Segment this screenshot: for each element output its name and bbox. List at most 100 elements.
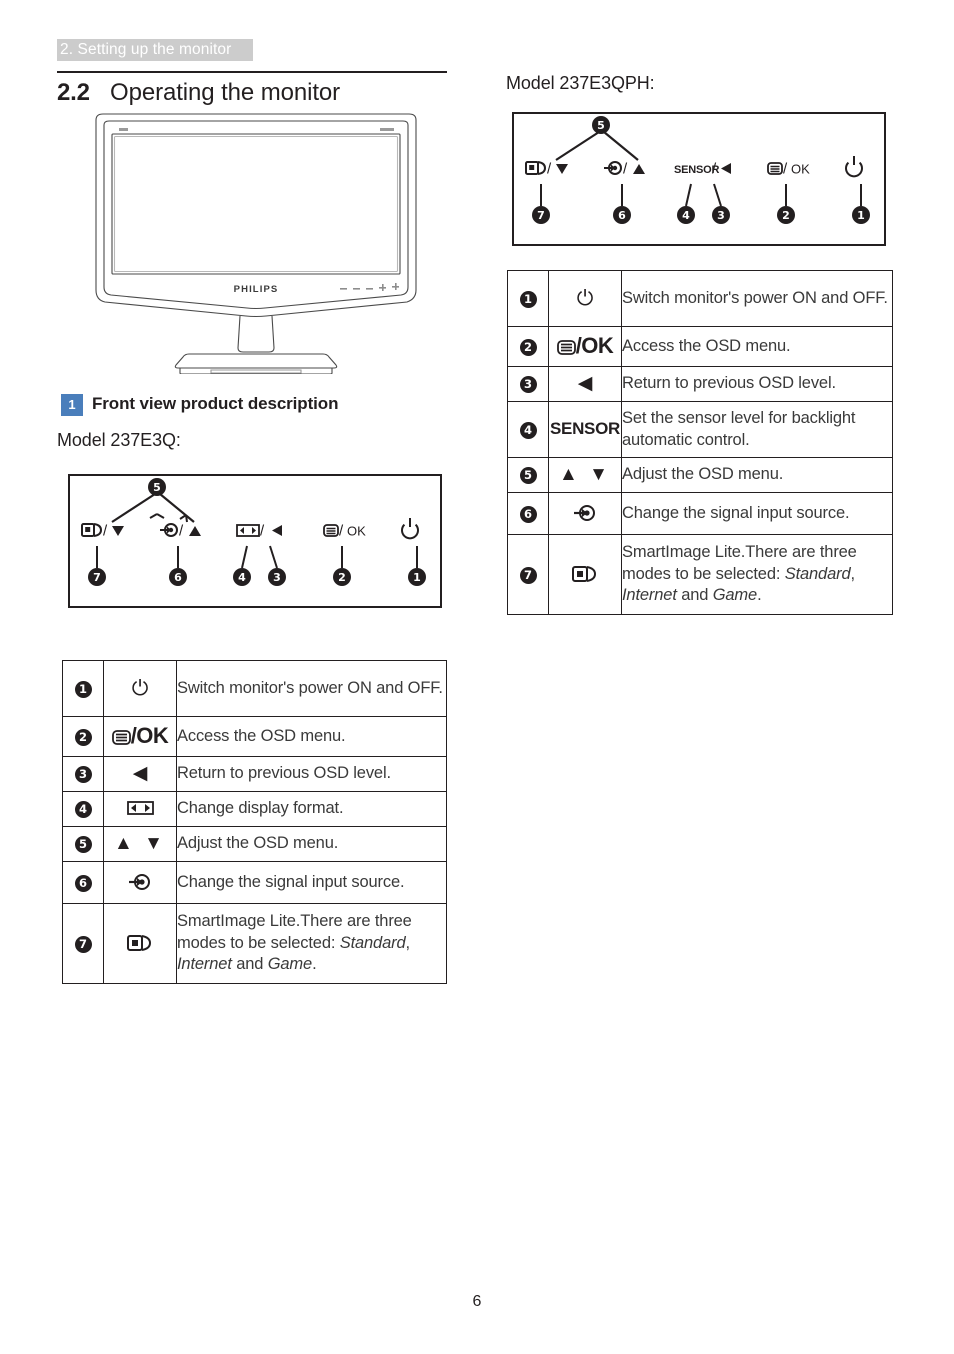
smartimage-icon — [571, 564, 599, 584]
running-header: 2. Setting up the monitor — [57, 39, 253, 61]
row-icon-cell: ⏻ — [103, 660, 177, 717]
svg-text:/: / — [783, 161, 788, 178]
subsection-label: Front view product description — [92, 394, 339, 413]
desc-end: . — [312, 955, 317, 974]
svg-text:4: 4 — [682, 209, 690, 222]
section-number: 2.2 — [57, 79, 90, 106]
row-number-cell: 4 — [62, 791, 104, 827]
svg-text:3: 3 — [273, 571, 281, 584]
table-row: 2 /OK Access the OSD menu. — [62, 716, 447, 757]
row-number: 6 — [519, 505, 537, 523]
row-icon-cell: /OK — [548, 326, 622, 367]
up-down-arrows-icon: ▲ ▼ — [114, 833, 166, 854]
svg-text:/: / — [260, 523, 265, 540]
left-arrow-icon: ◀ — [577, 373, 593, 394]
table-row: 3 ◀ Return to previous OSD level. — [507, 366, 893, 402]
row-number-cell: 6 — [62, 861, 104, 904]
svg-text:/: / — [103, 523, 108, 540]
mode-game: Game — [267, 955, 313, 974]
svg-text:2: 2 — [782, 209, 790, 222]
table-row: 4 Change display format. — [62, 791, 447, 827]
row-icon-cell: ▲ ▼ — [103, 826, 177, 862]
row-description: Set the sensor level for backlight autom… — [621, 401, 893, 458]
row-number: 2 — [519, 338, 537, 356]
svg-text:2: 2 — [338, 571, 346, 584]
table-row: 6 Change the signal input source. — [62, 861, 447, 904]
svg-text:1: 1 — [857, 209, 865, 222]
mode-game: Game — [712, 586, 758, 605]
key-function-table-237e3q: 1 ⏻ Switch monitor's power ON and OFF. 2 — [62, 660, 447, 984]
desc-sep: , — [850, 564, 856, 583]
svg-text:/: / — [179, 523, 184, 540]
table-row: 7 SmartImage Lite.There are three modes … — [62, 903, 447, 984]
svg-text:/: / — [623, 161, 628, 178]
table-row: 2 /OK Access the OSD menu. — [507, 326, 893, 367]
row-number: 2 — [74, 728, 92, 746]
table-row: 1 ⏻ Switch monitor's power ON and OFF. — [62, 660, 447, 717]
row-number: 7 — [74, 935, 92, 953]
svg-text:PHILIPS: PHILIPS — [234, 284, 279, 295]
row-number-cell: 5 — [62, 826, 104, 862]
row-description: Adjust the OSD menu. — [621, 457, 893, 493]
row-number: 6 — [74, 874, 92, 892]
document-page: 2. Setting up the monitor 2.2 Operating … — [0, 0, 954, 1354]
row-number-cell: 5 — [507, 457, 549, 493]
sensor-icon: SENSOR — [550, 419, 620, 438]
row-description: Return to previous OSD level. — [176, 756, 447, 792]
row-number: 4 — [74, 801, 92, 818]
model-label-left: Model 237E3Q: — [57, 430, 181, 450]
table-row: 1 ⏻ Switch monitor's power ON and OFF. — [507, 270, 893, 327]
row-icon-cell — [103, 861, 177, 904]
row-description: Change the signal input source. — [176, 861, 447, 904]
osd-menu-ok-icon: /OK — [556, 333, 614, 358]
subsection-badge: 1 — [61, 394, 83, 416]
svg-text:7: 7 — [537, 209, 545, 222]
row-icon-cell — [548, 534, 622, 615]
row-description: Access the OSD menu. — [176, 716, 447, 757]
row-description: Switch monitor's power ON and OFF. — [621, 270, 893, 327]
row-description: SmartImage Lite.There are three modes to… — [176, 903, 447, 984]
key-function-table-237e3qph: 1 ⏻ Switch monitor's power ON and OFF. 2 — [507, 270, 893, 615]
svg-text:/: / — [339, 523, 344, 540]
table-row: 5 ▲ ▼ Adjust the OSD menu. — [62, 826, 447, 862]
row-description: Return to previous OSD level. — [621, 366, 893, 402]
keypad-diagram-237e3q: / / / / OK 5 7 6 4 3 2 1 — [68, 474, 442, 608]
power-icon: ⏻ — [131, 676, 149, 700]
osd-ok-label: /OK — [575, 333, 614, 358]
svg-text:OK: OK — [791, 162, 810, 177]
row-description: Access the OSD menu. — [621, 326, 893, 367]
table-row: 5 ▲ ▼ Adjust the OSD menu. — [507, 457, 893, 493]
table-row: 3 ◀ Return to previous OSD level. — [62, 756, 447, 792]
desc-end: . — [757, 586, 762, 605]
row-number: 7 — [519, 566, 537, 584]
svg-text:7: 7 — [93, 571, 101, 584]
row-icon-cell — [548, 492, 622, 535]
row-number-cell: 4 — [507, 401, 549, 458]
row-description: Adjust the OSD menu. — [176, 826, 447, 862]
section-title: Operating the monitor — [110, 79, 341, 106]
row-number-cell: 2 — [507, 326, 549, 367]
svg-text:3: 3 — [717, 209, 725, 222]
page-number: 6 — [472, 1293, 482, 1310]
row-icon-cell: ◀ — [548, 366, 622, 402]
row-description: SmartImage Lite.There are three modes to… — [621, 534, 893, 615]
row-number-cell: 3 — [62, 756, 104, 792]
row-number: 5 — [519, 467, 537, 484]
row-number: 4 — [519, 421, 537, 439]
power-icon: ⏻ — [576, 286, 594, 310]
row-description: Switch monitor's power ON and OFF. — [176, 660, 447, 717]
header-rule — [57, 71, 447, 73]
row-icon-cell: /OK — [103, 716, 177, 757]
row-icon-cell: ◀ — [103, 756, 177, 792]
svg-text:1: 1 — [413, 571, 421, 584]
row-number: 1 — [74, 680, 92, 698]
svg-text:OK: OK — [347, 524, 366, 539]
model-label-right: Model 237E3QPH: — [506, 73, 655, 93]
row-icon-cell — [103, 791, 177, 827]
svg-text:6: 6 — [618, 209, 626, 222]
table-row: 6 Change the signal input source. — [507, 492, 893, 535]
row-number: 3 — [74, 766, 92, 783]
row-number: 3 — [519, 376, 537, 393]
svg-text:6: 6 — [174, 571, 182, 584]
mode-standard: Standard — [339, 933, 406, 952]
